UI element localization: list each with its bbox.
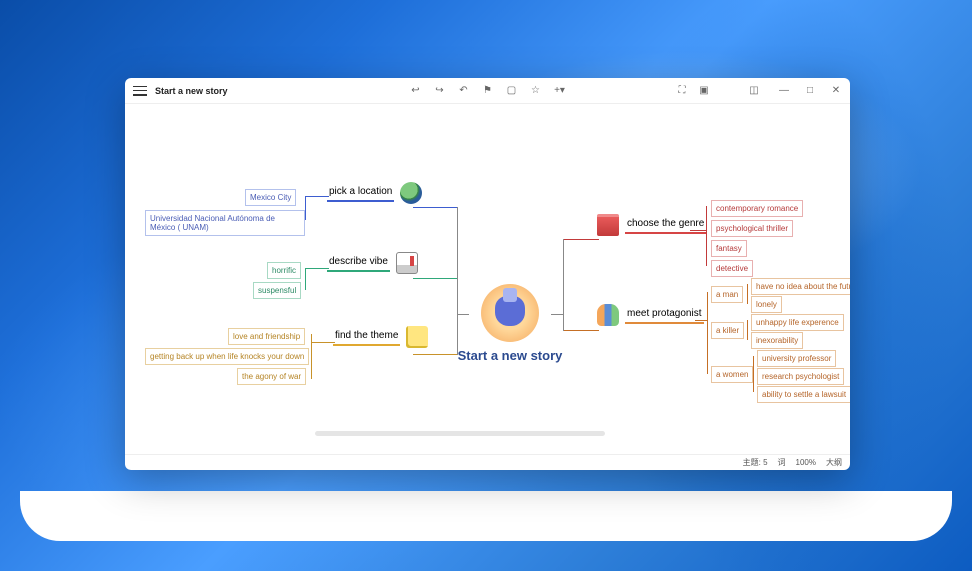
connector (457, 207, 458, 355)
note-icon (406, 326, 428, 348)
sub-node[interactable]: university professor (757, 350, 836, 367)
connector (305, 196, 329, 197)
branch-label: find the theme (333, 328, 400, 346)
sub-node[interactable]: inexorability (751, 332, 803, 349)
presentation-icon[interactable]: ▣ (698, 85, 710, 97)
central-title: Start a new story (450, 348, 570, 363)
toolbar-panel: ◫ (748, 85, 760, 97)
toolbar-view: ⛶ ▣ (676, 85, 710, 97)
connector (707, 292, 708, 374)
add-icon[interactable]: +▾ (554, 85, 566, 97)
mindmap-canvas[interactable]: Start a new story pick a location Mexico… (125, 104, 850, 454)
connector (706, 206, 707, 266)
connector (563, 239, 564, 331)
sub-node[interactable]: have no idea about the future (751, 278, 850, 295)
people-icon (597, 304, 619, 326)
connector (305, 268, 329, 269)
sub-node[interactable]: research psychologist (757, 368, 844, 385)
panel-icon[interactable]: ◫ (748, 85, 760, 97)
toolbar-center: ↩ ↪ ↶ ⚑ ▢ ☆ +▾ (410, 85, 566, 97)
sub-node[interactable]: horrific (267, 262, 301, 279)
sub-node[interactable]: fantasy (711, 240, 747, 257)
group-label[interactable]: a killer (711, 322, 744, 339)
minimize-button[interactable]: — (778, 85, 790, 97)
sub-node[interactable]: Mexico City (245, 189, 296, 206)
branch-location[interactable]: pick a location (327, 182, 422, 204)
branch-label: meet protagonist (625, 306, 704, 324)
window-controls: — □ ✕ (778, 85, 842, 97)
share-icon[interactable]: ↩ (410, 85, 422, 97)
sub-node[interactable]: ability to settle a lawsuit (757, 386, 850, 403)
book-icon (396, 252, 418, 274)
connector (311, 342, 335, 343)
status-outline[interactable]: 大纲 (826, 457, 842, 468)
star-icon[interactable]: ☆ (530, 85, 542, 97)
fullscreen-icon[interactable]: ⛶ (676, 85, 688, 97)
document-title: Start a new story (155, 86, 228, 96)
branch-genre[interactable]: choose the genre (597, 214, 706, 236)
undo-icon[interactable]: ↶ (458, 85, 470, 97)
sub-node[interactable]: contemporary romance (711, 200, 803, 217)
branch-label: choose the genre (625, 216, 706, 234)
sub-node[interactable]: unhappy life experence (751, 314, 844, 331)
connector (747, 284, 748, 304)
close-button[interactable]: ✕ (830, 85, 842, 97)
branch-theme[interactable]: find the theme (333, 326, 428, 348)
connector (563, 239, 599, 240)
sub-node[interactable]: love and friendship (228, 328, 305, 345)
connector (563, 330, 599, 331)
comment-icon[interactable]: ▢ (506, 85, 518, 97)
menu-icon[interactable] (133, 86, 147, 96)
status-topic: 主题: 5 (743, 457, 768, 468)
group-label[interactable]: a man (711, 286, 743, 303)
branch-protagonist[interactable]: meet protagonist (597, 304, 704, 326)
connector (413, 207, 457, 208)
sub-node[interactable]: psychological thriller (711, 220, 793, 237)
export-icon[interactable]: ↪ (434, 85, 446, 97)
group-label[interactable]: a women (711, 366, 753, 383)
app-window: Start a new story ↩ ↪ ↶ ⚑ ▢ ☆ +▾ ⛶ ▣ ◫ —… (125, 78, 850, 470)
branch-vibe[interactable]: describe vibe (327, 252, 418, 274)
branch-label: pick a location (327, 184, 394, 202)
connector (305, 268, 306, 290)
connector (305, 196, 306, 220)
connector (753, 356, 754, 392)
connector (311, 334, 312, 379)
connector (413, 354, 457, 355)
status-bar: 主题: 5 词 100% 大纲 (125, 454, 850, 470)
central-node[interactable]: Start a new story (450, 284, 570, 363)
idea-icon (481, 284, 539, 342)
horizontal-scrollbar[interactable] (315, 431, 605, 436)
sub-node[interactable]: getting back up when life knocks your do… (145, 348, 309, 365)
status-words[interactable]: 词 (778, 457, 786, 468)
maximize-button[interactable]: □ (804, 85, 816, 97)
connector (690, 230, 706, 231)
branch-label: describe vibe (327, 254, 390, 272)
connector (695, 320, 707, 321)
connector (457, 314, 469, 315)
globe-icon (400, 182, 422, 204)
book-icon (597, 214, 619, 236)
status-zoom[interactable]: 100% (796, 458, 816, 467)
sub-node[interactable]: detective (711, 260, 753, 277)
sub-node[interactable]: lonely (751, 296, 782, 313)
connector (747, 320, 748, 340)
sub-node[interactable]: Universidad Nacional Autónoma de México … (145, 210, 305, 236)
laptop-base (20, 491, 952, 541)
sub-node[interactable]: suspensful (253, 282, 301, 299)
sub-node[interactable]: the agony of war (237, 368, 306, 385)
flag-icon[interactable]: ⚑ (482, 85, 494, 97)
connector (551, 314, 563, 315)
title-bar: Start a new story ↩ ↪ ↶ ⚑ ▢ ☆ +▾ ⛶ ▣ ◫ —… (125, 78, 850, 104)
connector (413, 278, 457, 279)
